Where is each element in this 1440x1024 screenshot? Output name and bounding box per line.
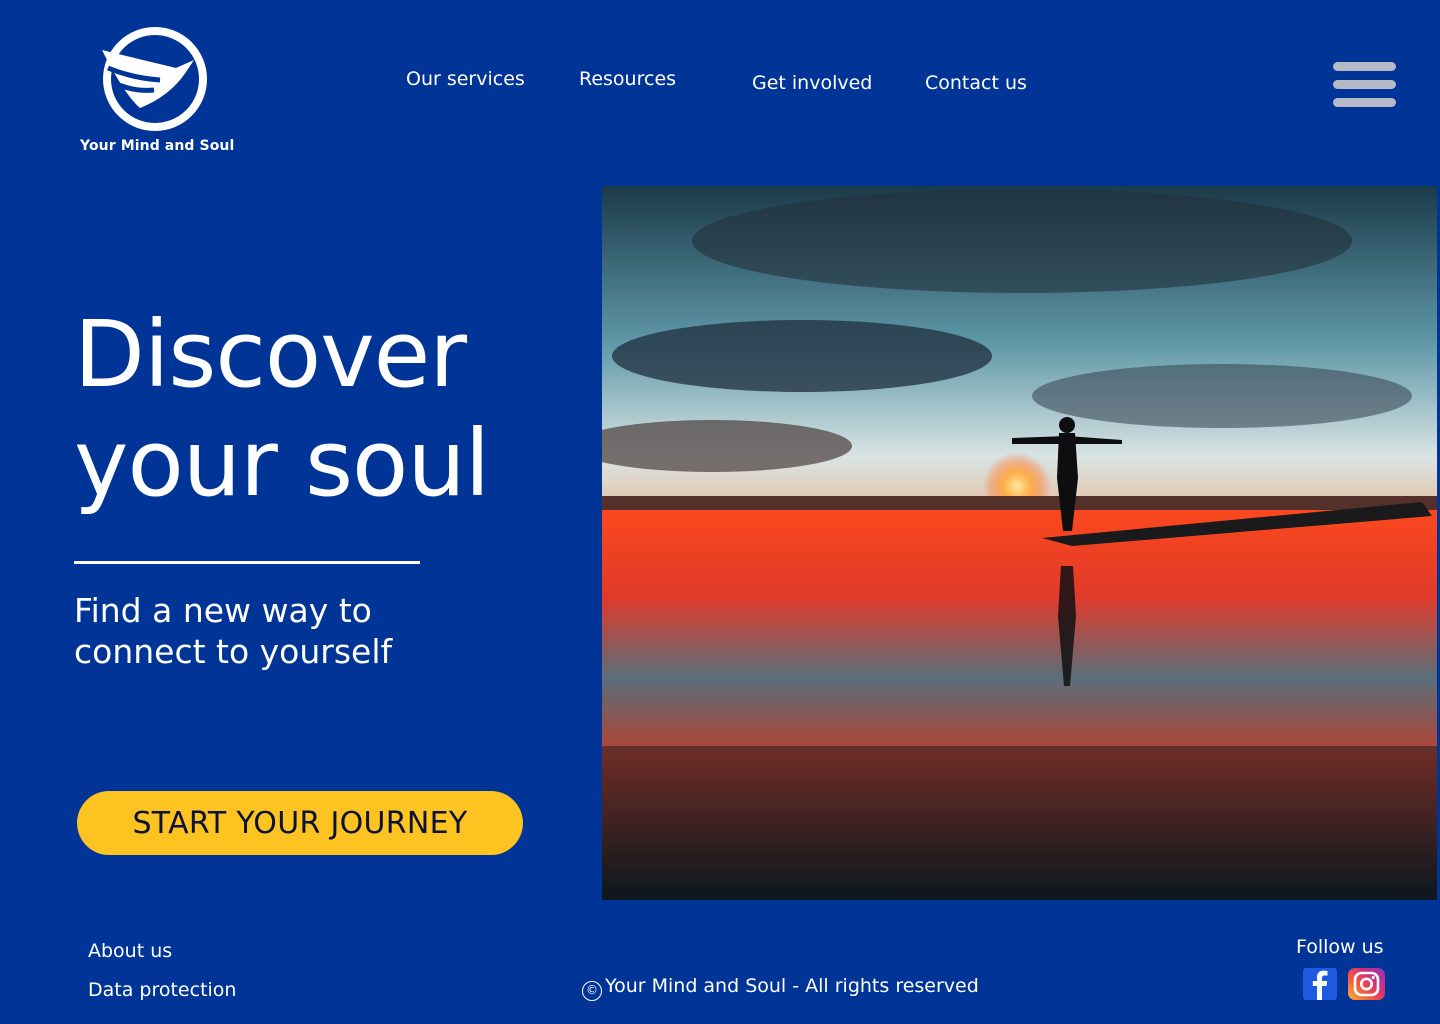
menu-line bbox=[1333, 80, 1396, 89]
copyright-text: © Your Mind and Soul - All rights reserve… bbox=[582, 975, 979, 1001]
hero-divider bbox=[74, 561, 420, 564]
sunset-beach-silhouette-photo bbox=[602, 186, 1437, 900]
menu-line bbox=[1333, 98, 1396, 107]
nav-item-resources[interactable]: Resources bbox=[579, 68, 676, 90]
copyright-label: Your Mind and Soul - All rights reserved bbox=[605, 975, 979, 997]
facebook-icon[interactable] bbox=[1303, 968, 1337, 1000]
hero-title-line-2: your soul bbox=[74, 410, 490, 517]
menu-line bbox=[1333, 62, 1396, 71]
start-journey-button[interactable]: START YOUR JOURNEY bbox=[77, 791, 523, 855]
brand-logo[interactable]: Your Mind and Soul bbox=[78, 24, 234, 158]
footer-link-about-us[interactable]: About us bbox=[88, 940, 172, 962]
bird-circle-logo-icon bbox=[102, 27, 207, 131]
hero-title-line-1: Discover bbox=[74, 301, 467, 408]
nav-item-contact-us[interactable]: Contact us bbox=[925, 72, 1027, 94]
hero-subtitle-line-2: connect to yourself bbox=[74, 632, 393, 671]
hamburger-menu-icon[interactable] bbox=[1333, 60, 1397, 110]
follow-us-label: Follow us bbox=[1296, 936, 1384, 958]
nav-item-get-involved[interactable]: Get involved bbox=[752, 72, 872, 94]
hero-subtitle: Find a new way to connect to yourself bbox=[74, 590, 494, 672]
hero-subtitle-line-1: Find a new way to bbox=[74, 591, 372, 630]
nav-item-our-services[interactable]: Our services bbox=[406, 68, 525, 90]
footer-link-data-protection[interactable]: Data protection bbox=[88, 979, 236, 1001]
copyright-icon: © bbox=[582, 981, 602, 1001]
hero-title: Discover your soul bbox=[74, 300, 490, 518]
brand-name: Your Mind and Soul bbox=[80, 138, 235, 154]
instagram-icon[interactable] bbox=[1348, 968, 1385, 1000]
